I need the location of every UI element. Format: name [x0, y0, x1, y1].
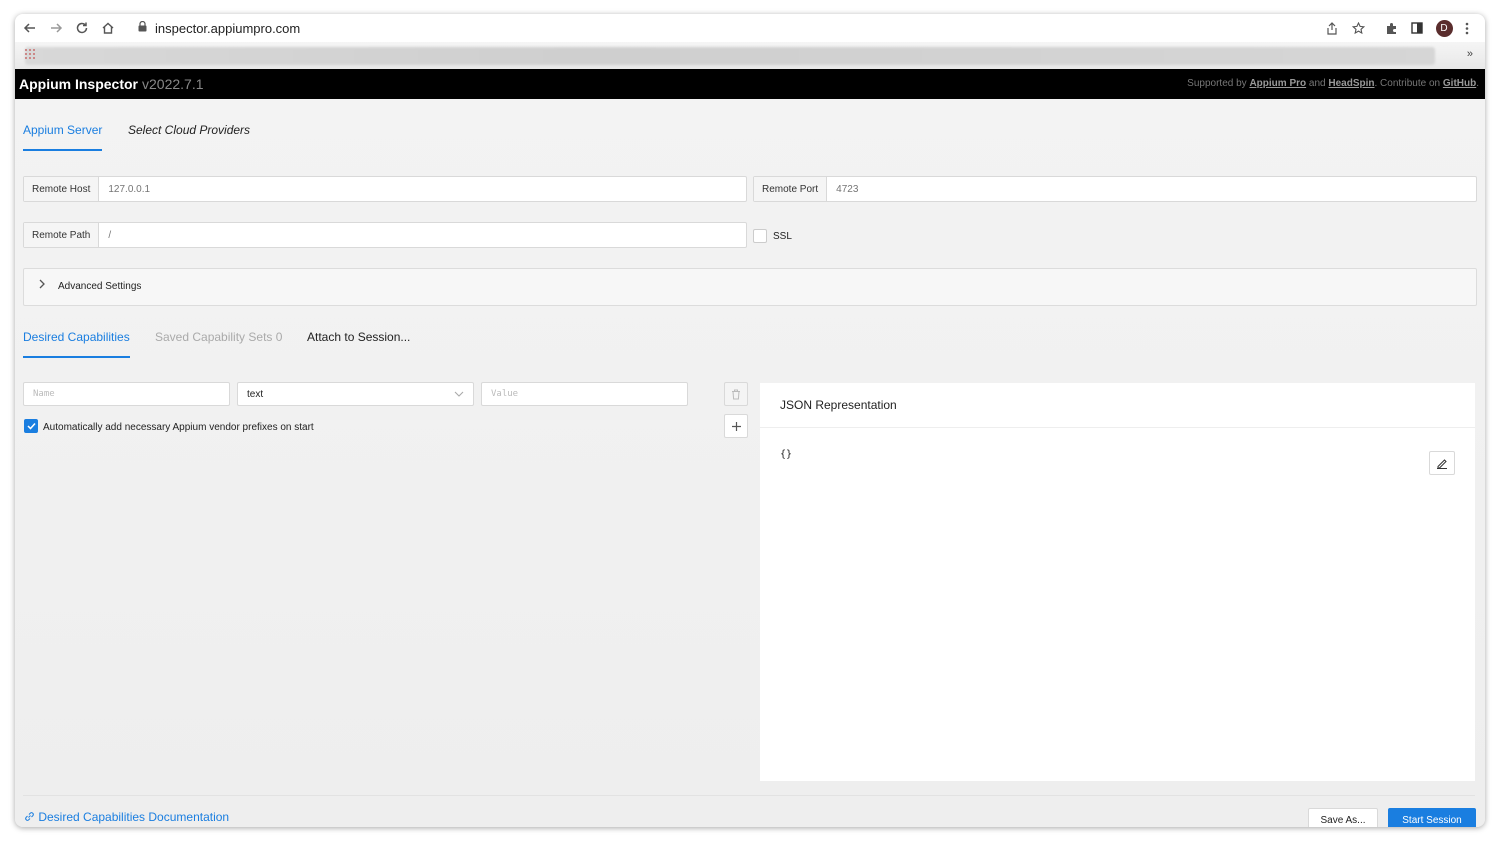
json-panel-title: JSON Representation: [780, 398, 897, 412]
capability-type-select[interactable]: text: [237, 382, 474, 406]
remote-path-field: Remote Path: [23, 222, 747, 248]
remote-host-field: Remote Host: [23, 176, 747, 202]
chevron-down-icon: [454, 389, 464, 400]
ssl-label: SSL: [773, 231, 792, 242]
ssl-checkbox[interactable]: [753, 229, 767, 243]
remote-path-input[interactable]: [99, 223, 746, 247]
capability-name-input[interactable]: Name: [23, 382, 230, 406]
home-icon[interactable]: [99, 19, 117, 37]
start-session-button[interactable]: Start Session: [1388, 808, 1476, 827]
share-icon[interactable]: [1324, 19, 1340, 37]
browser-toolbar: inspector.appiumpro.com D: [15, 14, 1485, 42]
trash-icon: [732, 389, 740, 399]
support-text: Supported by Appium Pro and HeadSpin. Co…: [1187, 78, 1479, 89]
headspin-link[interactable]: HeadSpin: [1328, 78, 1374, 89]
app-version: v2022.7.1: [142, 76, 204, 92]
extensions-icon[interactable]: [1383, 19, 1399, 37]
add-capability-button[interactable]: [724, 414, 748, 438]
bookmark-star-icon[interactable]: [1350, 19, 1366, 37]
side-panel-icon[interactable]: [1409, 19, 1425, 37]
chevron-right-icon: [38, 279, 46, 292]
advanced-settings-panel[interactable]: Advanced Settings: [23, 268, 1477, 306]
app-title: Appium Inspector v2022.7.1: [19, 76, 204, 92]
url-text: inspector.appiumpro.com: [155, 20, 301, 36]
main-content: Appium Server Select Cloud Providers Rem…: [15, 99, 1485, 827]
auto-prefix-checkbox[interactable]: [24, 419, 38, 433]
save-as-button[interactable]: Save As...: [1308, 808, 1378, 827]
browser-menu-icon[interactable]: [1461, 19, 1473, 37]
profile-avatar[interactable]: D: [1435, 19, 1453, 37]
json-panel-header: JSON Representation: [760, 383, 1475, 428]
blurred-bookmarks: [25, 47, 1435, 65]
remote-port-input[interactable]: [827, 177, 1476, 201]
link-icon: [25, 812, 34, 821]
auto-prefix-label: Automatically add necessary Appium vendo…: [43, 422, 314, 433]
tab-saved-capability-sets[interactable]: Saved Capability Sets 0: [155, 330, 282, 344]
pencil-icon: [1437, 459, 1447, 469]
advanced-settings-label: Advanced Settings: [58, 281, 142, 292]
tab-appium-server[interactable]: Appium Server: [23, 123, 103, 151]
remote-path-label: Remote Path: [24, 223, 100, 247]
footer-divider: [23, 795, 1475, 796]
appium-pro-link[interactable]: Appium Pro: [1249, 78, 1306, 89]
capability-type-value: text: [247, 388, 264, 400]
json-representation-panel: JSON Representation {}: [760, 383, 1475, 781]
edit-json-button[interactable]: [1429, 451, 1455, 475]
back-arrow-icon[interactable]: [21, 19, 39, 37]
checkmark-icon: [26, 422, 36, 430]
remote-host-input[interactable]: [99, 177, 746, 201]
github-link[interactable]: GitHub: [1443, 78, 1476, 89]
remote-port-field: Remote Port: [753, 176, 1477, 202]
capability-value-input[interactable]: Value: [481, 382, 688, 406]
json-content: {}: [780, 449, 793, 460]
reload-icon[interactable]: [73, 19, 91, 37]
bookmarks-overflow-icon[interactable]: »: [1467, 48, 1473, 60]
remote-port-label: Remote Port: [754, 177, 828, 201]
forward-arrow-icon[interactable]: [47, 19, 65, 37]
tab-attach-to-session[interactable]: Attach to Session...: [307, 330, 410, 344]
apps-grid-icon[interactable]: [25, 49, 35, 61]
browser-window: inspector.appiumpro.com D » Appium Inspe…: [15, 14, 1485, 827]
lock-icon: [138, 20, 147, 35]
plus-icon: [731, 421, 741, 431]
desired-capabilities-docs-link[interactable]: Desired Capabilities Documentation: [24, 810, 229, 824]
app-header: Appium Inspector v2022.7.1 Supported by A…: [15, 69, 1485, 99]
tab-select-cloud-providers[interactable]: Select Cloud Providers: [128, 123, 250, 137]
address-bar[interactable]: inspector.appiumpro.com: [130, 16, 1430, 40]
remote-host-label: Remote Host: [24, 177, 100, 201]
bookmarks-bar: »: [15, 42, 1485, 69]
delete-capability-button[interactable]: [724, 382, 748, 406]
tab-desired-capabilities[interactable]: Desired Capabilities: [23, 330, 130, 358]
